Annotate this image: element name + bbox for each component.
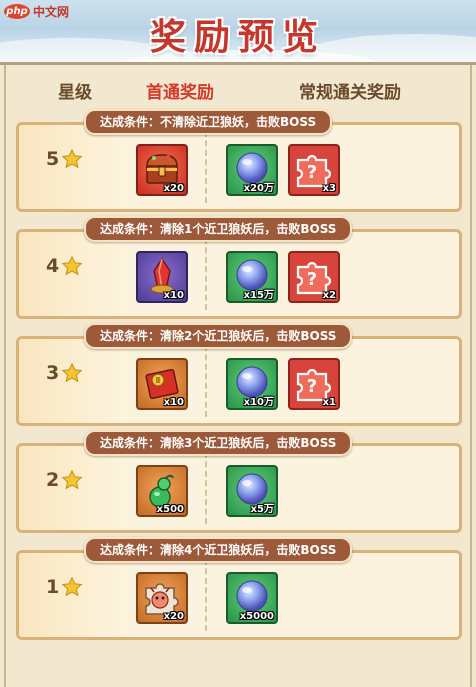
- normal-reward-blue-orb[interactable]: x5000: [226, 572, 278, 624]
- star-count: 3: [46, 362, 60, 384]
- star-count: 5: [46, 148, 60, 170]
- reward-row-3-star: 达成条件：清除2个近卫狼妖后，击败BOSS 3 x10 x10万 ? x1: [16, 323, 462, 428]
- star-icon: [61, 469, 83, 490]
- star-icon: [61, 255, 83, 276]
- normal-reward-mystery-puzzle[interactable]: ? x2: [288, 251, 340, 303]
- normal-reward-blue-orb[interactable]: x20万: [226, 144, 278, 196]
- normal-reward-mystery-puzzle[interactable]: ? x3: [288, 144, 340, 196]
- reward-quantity: x500: [156, 504, 184, 515]
- star-icon: [61, 362, 83, 383]
- reward-row-1-star: 达成条件：清除4个近卫狼妖后，击败BOSS 1 x20 x5000: [16, 537, 462, 642]
- star-count: 1: [46, 576, 60, 598]
- reward-quantity: x10万: [243, 397, 274, 408]
- normal-reward-blue-orb[interactable]: x10万: [226, 358, 278, 410]
- reward-quantity: x20: [163, 183, 184, 194]
- star-count: 2: [46, 469, 60, 491]
- reward-quantity: x1: [322, 397, 336, 408]
- reward-quantity: x10: [163, 397, 184, 408]
- reward-row-2-star: 达成条件：清除3个近卫狼妖后，击败BOSS 2 x500 x5万: [16, 430, 462, 535]
- first-clear-reward-monster-puzzle[interactable]: x20: [136, 572, 188, 624]
- condition-badge: 达成条件：清除1个近卫狼妖后，击败BOSS: [84, 216, 353, 242]
- reward-quantity: x2: [322, 290, 336, 301]
- normal-reward-blue-orb[interactable]: x15万: [226, 251, 278, 303]
- reward-quantity: x10: [163, 290, 184, 301]
- svg-text:?: ?: [307, 376, 317, 397]
- star-level: 3: [46, 362, 83, 384]
- star-level: 4: [46, 255, 83, 277]
- column-header-first-clear: 首通奖励: [146, 83, 214, 103]
- star-icon: [61, 576, 83, 597]
- column-headers: 星级 首通奖励 常规通关奖励: [0, 78, 476, 104]
- reward-quantity: x5万: [250, 504, 274, 515]
- column-header-normal-clear: 常规通关奖励: [299, 83, 401, 103]
- page-title: 奖励预览: [149, 16, 326, 58]
- first-clear-reward-red-envelope[interactable]: x10: [136, 358, 188, 410]
- star-level: 1: [46, 576, 83, 598]
- condition-badge: 达成条件：清除3个近卫狼妖后，击败BOSS: [84, 430, 353, 456]
- normal-reward-blue-orb[interactable]: x5万: [226, 465, 278, 517]
- star-icon: [61, 148, 83, 169]
- star-level: 5: [46, 148, 83, 170]
- reward-quantity: x5000: [239, 611, 274, 622]
- reward-row-4-star: 达成条件：清除1个近卫狼妖后，击败BOSS 4 x10 x15万 ? x2: [16, 216, 462, 321]
- reward-quantity: x20: [163, 611, 184, 622]
- condition-badge: 达成条件：清除4个近卫狼妖后，击败BOSS: [84, 537, 353, 563]
- first-clear-reward-green-gourd[interactable]: x500: [136, 465, 188, 517]
- star-level: 2: [46, 469, 83, 491]
- first-clear-reward-red-crystal[interactable]: x10: [136, 251, 188, 303]
- normal-reward-mystery-puzzle[interactable]: ? x1: [288, 358, 340, 410]
- column-header-star: 星级: [58, 83, 92, 103]
- reward-quantity: x20万: [243, 183, 274, 194]
- condition-badge: 达成条件：清除2个近卫狼妖后，击败BOSS: [84, 323, 353, 349]
- condition-badge: 达成条件：不清除近卫狼妖，击败BOSS: [84, 109, 333, 135]
- svg-text:?: ?: [307, 162, 317, 183]
- reward-quantity: x15万: [243, 290, 274, 301]
- first-clear-reward-treasure-chest[interactable]: x20: [136, 144, 188, 196]
- reward-row-5-star: 达成条件：不清除近卫狼妖，击败BOSS 5 x20 x20万 ? x3: [16, 109, 462, 214]
- reward-quantity: x3: [322, 183, 336, 194]
- star-count: 4: [46, 255, 60, 277]
- svg-text:?: ?: [307, 269, 317, 290]
